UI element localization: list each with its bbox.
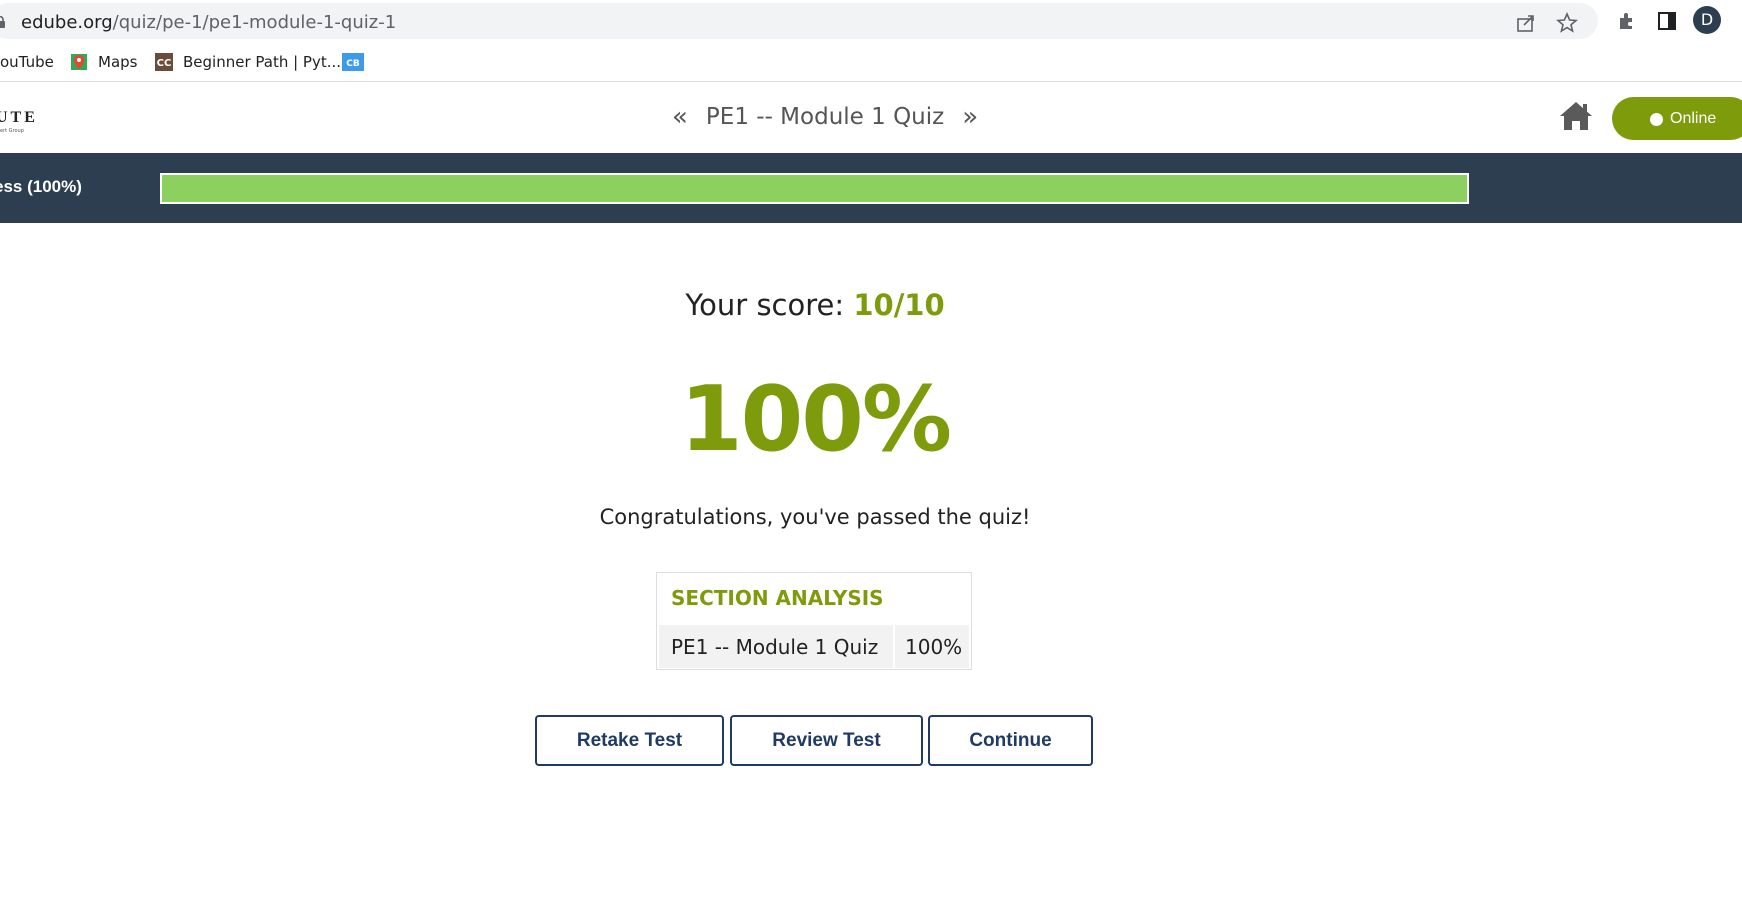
cc-icon: CC: [155, 53, 173, 71]
url-path: /quiz/pe-1/pe1-module-1-quiz-1: [112, 12, 397, 33]
continue-button[interactable]: Continue: [928, 715, 1093, 766]
progress-label: ess (100%): [0, 177, 82, 196]
section-score: 100%: [895, 625, 969, 668]
previous-quiz-icon[interactable]: «: [672, 102, 688, 132]
lock-icon[interactable]: [0, 16, 6, 28]
section-name: PE1 -- Module 1 Quiz: [659, 625, 893, 668]
online-status-button[interactable]: Online: [1612, 97, 1742, 140]
retake-test-button[interactable]: Retake Test: [535, 715, 724, 766]
svg-text:CB: CB: [346, 59, 360, 69]
bookmark-label: Beginner Path | Pyt...: [183, 53, 342, 71]
profile-avatar[interactable]: D: [1693, 6, 1721, 34]
score-percent: 100%: [679, 367, 952, 472]
share-icon[interactable]: [1515, 12, 1537, 34]
bookmarks-bar: ouTube Maps CC Beginner Path | Pyt... CB: [0, 42, 1742, 82]
bookmark-youtube[interactable]: ouTube: [0, 50, 54, 74]
site-logo-subtitle: ert Group: [0, 128, 24, 134]
svg-text:CC: CC: [157, 58, 172, 69]
progress-bar: [160, 173, 1469, 204]
maps-icon: [71, 54, 87, 70]
bookmark-beginner-path[interactable]: CC Beginner Path | Pyt...: [155, 50, 341, 74]
bookmark-label: ouTube: [0, 53, 54, 71]
quiz-title: PE1 -- Module 1 Quiz: [705, 104, 945, 130]
bookmark-cb[interactable]: CB: [342, 50, 374, 74]
home-icon[interactable]: [1558, 100, 1594, 132]
address-bar[interactable]: edube.org/quiz/pe-1/pe1-module-1-quiz-1: [0, 3, 1598, 39]
quiz-navigation: « PE1 -- Module 1 Quiz »: [672, 102, 978, 132]
site-logo[interactable]: UTE: [0, 109, 38, 127]
bookmark-label: Maps: [98, 53, 138, 71]
score-value: 10/10: [853, 288, 945, 322]
section-analysis-panel: SECTION ANALYSIS PE1 -- Module 1 Quiz 10…: [656, 572, 972, 670]
side-panel-icon[interactable]: [1656, 10, 1678, 32]
status-dot-icon: [1650, 113, 1663, 126]
online-label: Online: [1670, 109, 1717, 127]
progress-fill: [162, 175, 1467, 202]
score-line: Your score: 10/10: [0, 288, 1630, 322]
url-domain: edube.org: [21, 12, 113, 33]
url-text[interactable]: edube.org/quiz/pe-1/pe1-module-1-quiz-1: [21, 12, 396, 33]
section-analysis-title: SECTION ANALYSIS: [671, 586, 884, 610]
browser-toolbar: edube.org/quiz/pe-1/pe1-module-1-quiz-1 …: [0, 0, 1742, 42]
pass-message: Congratulations, you've passed the quiz!: [599, 505, 1031, 529]
review-test-button[interactable]: Review Test: [730, 715, 923, 766]
bookmark-maps[interactable]: Maps: [70, 50, 137, 74]
table-row: PE1 -- Module 1 Quiz 100%: [659, 625, 969, 668]
star-icon[interactable]: [1556, 12, 1578, 34]
extensions-icon[interactable]: [1616, 10, 1638, 32]
cb-icon: CB: [342, 53, 364, 71]
next-quiz-icon[interactable]: »: [962, 102, 978, 132]
score-label: Your score:: [685, 288, 845, 322]
